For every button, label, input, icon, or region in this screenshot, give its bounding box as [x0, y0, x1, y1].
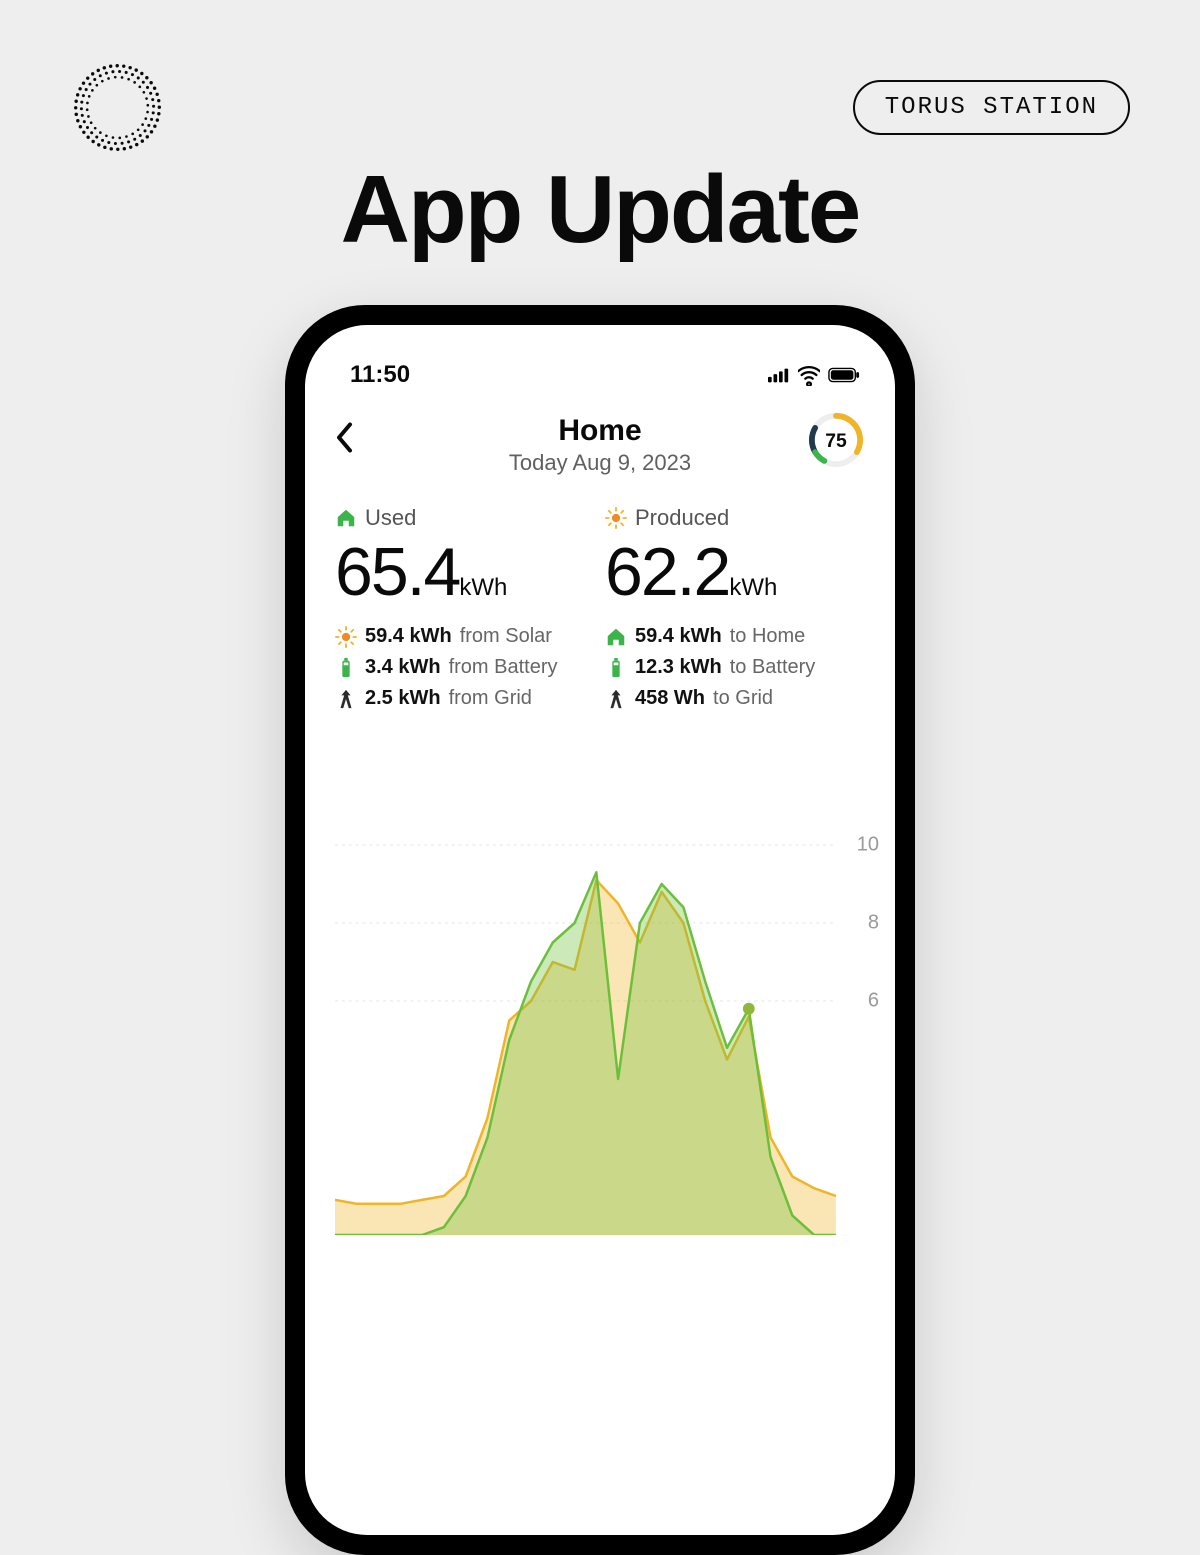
breakdown-value: 3.4 kWh — [365, 656, 441, 679]
list-item: 3.4 kWh from Battery — [335, 656, 595, 679]
wifi-icon — [798, 364, 820, 386]
page-title: App Update — [0, 155, 1200, 265]
y-tick-label: 10 — [857, 834, 879, 857]
used-breakdown: 59.4 kWh from Solar 3.4 kWh from Battery… — [335, 625, 595, 710]
metric-used-unit: kWh — [459, 574, 507, 601]
breakdown-direction: to Battery — [730, 656, 816, 679]
breakdown-value: 59.4 kWh — [635, 625, 722, 648]
battery-icon — [605, 657, 627, 679]
list-item: 12.3 kWh to Battery — [605, 656, 865, 679]
list-item: 59.4 kWh from Solar — [335, 625, 595, 648]
grid-icon — [605, 688, 627, 710]
cellular-icon — [768, 364, 790, 386]
sun-icon — [335, 626, 357, 648]
metric-produced-unit: kWh — [729, 574, 777, 601]
sun-icon — [605, 507, 627, 529]
breakdown-direction: to Grid — [713, 687, 773, 710]
breakdown-value: 2.5 kWh — [365, 687, 441, 710]
breakdown-direction: from Solar — [460, 625, 552, 648]
screen-subtitle: Today Aug 9, 2023 — [509, 450, 691, 476]
battery-icon — [828, 364, 860, 386]
metric-used-label: Used — [365, 505, 416, 531]
breakdown-value: 59.4 kWh — [365, 625, 452, 648]
status-bar: 11:50 — [305, 345, 895, 395]
metrics-row: Used 65.4kWh 59.4 kWh from Solar 3.4 kWh… — [305, 485, 895, 710]
product-badge: TORUS STATION — [853, 80, 1130, 135]
produced-breakdown: 59.4 kWh to Home 12.3 kWh to Battery 458… — [605, 625, 865, 710]
torus-logo-icon — [70, 60, 165, 155]
list-item: 59.4 kWh to Home — [605, 625, 865, 648]
metric-used-value: 65.4 — [335, 534, 459, 610]
status-time: 11:50 — [350, 361, 410, 389]
metric-produced-value: 62.2 — [605, 534, 729, 610]
score-ring[interactable]: 75 — [807, 411, 865, 469]
breakdown-value: 12.3 kWh — [635, 656, 722, 679]
grid-icon — [335, 688, 357, 710]
screen-title: Home — [509, 414, 691, 448]
list-item: 2.5 kWh from Grid — [335, 687, 595, 710]
phone-screen: 11:50 Home Today Aug 9, 2023 — [305, 325, 895, 1535]
back-button[interactable] — [335, 422, 355, 459]
y-tick-label: 6 — [868, 990, 879, 1013]
y-tick-label: 8 — [868, 912, 879, 935]
breakdown-direction: from Grid — [449, 687, 532, 710]
metric-produced: Produced 62.2kWh 59.4 kWh to Home 12.3 k… — [605, 505, 865, 710]
breakdown-direction: from Battery — [449, 656, 558, 679]
phone-mockup: 11:50 Home Today Aug 9, 2023 — [285, 305, 915, 1555]
status-icons — [768, 364, 860, 386]
list-item: 458 Wh to Grid — [605, 687, 865, 710]
app-header: Home Today Aug 9, 2023 75 — [305, 395, 895, 485]
battery-icon — [335, 657, 357, 679]
home-icon — [605, 626, 627, 648]
breakdown-direction: to Home — [730, 625, 806, 648]
breakdown-value: 458 Wh — [635, 687, 705, 710]
energy-chart[interactable]: 6 8 10 — [335, 835, 885, 1235]
metric-produced-label: Produced — [635, 505, 729, 531]
metric-used: Used 65.4kWh 59.4 kWh from Solar 3.4 kWh… — [335, 505, 595, 710]
score-value: 75 — [825, 431, 847, 452]
home-icon — [335, 507, 357, 529]
